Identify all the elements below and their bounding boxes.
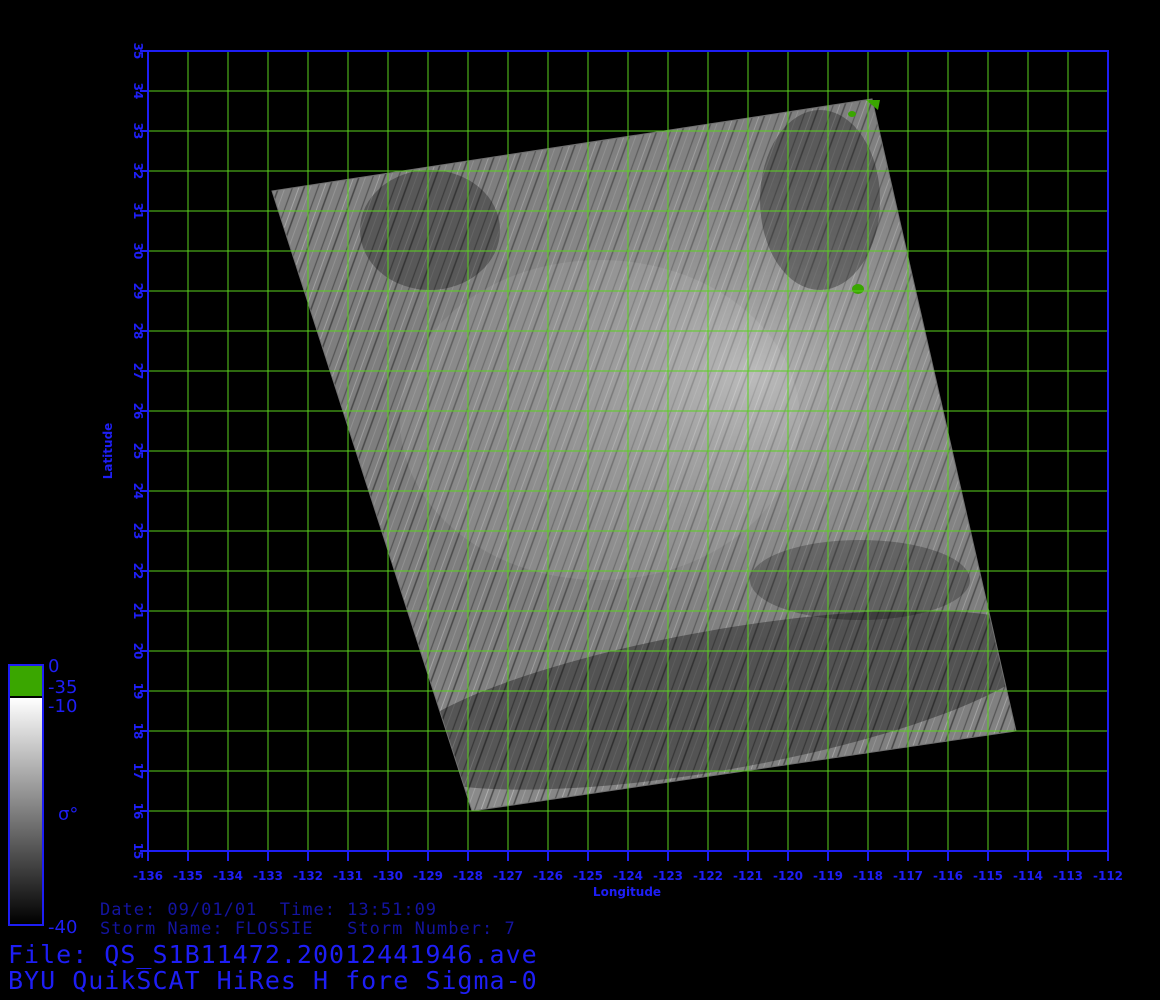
- island-marker: [848, 111, 856, 117]
- y-tick-label: 26: [131, 403, 145, 420]
- y-tick-label: 31: [131, 203, 145, 220]
- x-tick-label: -118: [853, 869, 883, 883]
- legend-label-min: -40: [48, 917, 77, 938]
- storm-info-line: Storm Name: FLOSSIE Storm Number: 7: [100, 919, 516, 939]
- x-tick-label: -135: [173, 869, 203, 883]
- y-axis-title: Latitude: [101, 423, 115, 480]
- x-tick-label: -120: [773, 869, 803, 883]
- y-tick-label: 35: [131, 43, 145, 60]
- x-tick-label: -112: [1093, 869, 1123, 883]
- x-tick-label: -129: [413, 869, 443, 883]
- x-tick-label: -113: [1053, 869, 1083, 883]
- date-time-line: Date: 09/01/01 Time: 13:51:09: [100, 900, 438, 920]
- x-tick-label: -119: [813, 869, 843, 883]
- x-tick-label: -127: [493, 869, 523, 883]
- y-tick-label: 23: [131, 523, 145, 540]
- y-tick-label: 27: [131, 363, 145, 380]
- y-tick-label: 17: [131, 763, 145, 780]
- x-tick-label: -133: [253, 869, 283, 883]
- legend-gray-segment: [10, 698, 42, 924]
- y-tick-label: 32: [131, 163, 145, 180]
- x-tick-label: -116: [933, 869, 963, 883]
- y-tick-label: 21: [131, 603, 145, 620]
- x-tick-label: -122: [693, 869, 723, 883]
- y-tick-label: 22: [131, 563, 145, 580]
- legend-label-max: 0: [48, 656, 59, 677]
- x-tick-label: -126: [533, 869, 563, 883]
- x-tick-label: -134: [213, 869, 243, 883]
- y-tick-label: 33: [131, 123, 145, 140]
- y-tick-label: 19: [131, 683, 145, 700]
- y-tick-label: 28: [131, 323, 145, 340]
- y-tick-label: 25: [131, 443, 145, 460]
- y-tick-label: 18: [131, 723, 145, 740]
- x-tick-label: -125: [573, 869, 603, 883]
- x-axis-title: Longitude: [593, 885, 661, 899]
- legend-label-land-threshold: -35: [48, 677, 77, 698]
- legend-label-upper: -10: [48, 696, 77, 717]
- legend-green-segment: [10, 666, 42, 696]
- x-tick-label: -117: [893, 869, 923, 883]
- sigma0-legend: 0 -35 -10 σ° -40: [8, 656, 78, 938]
- y-tick-label: 24: [131, 483, 145, 500]
- x-tick-label: -128: [453, 869, 483, 883]
- x-tick-label: -131: [333, 869, 363, 883]
- lat-lon-grid: [147, 50, 1109, 852]
- sigma0-map: -136 -135 -134 -133 -132 -131 -130 -129 -128 -127…: [8, 43, 1123, 938]
- island-marker: [852, 284, 864, 294]
- satellite-swath: [271, 98, 1017, 812]
- product-title-line: BYU QuikSCAT HiRes H fore Sigma-0: [8, 966, 538, 995]
- y-tick-label: 16: [131, 803, 145, 820]
- x-tick-label: -123: [653, 869, 683, 883]
- y-tick-label: 34: [131, 83, 145, 100]
- y-tick-label: 15: [131, 843, 145, 860]
- x-tick-label: -114: [1013, 869, 1043, 883]
- y-tick-label: 20: [131, 643, 145, 660]
- y-tick-label: 29: [131, 283, 145, 300]
- y-tick-label: 30: [131, 243, 145, 260]
- x-tick-label: -136: [133, 869, 163, 883]
- x-tick-label: -121: [733, 869, 763, 883]
- x-tick-label: -124: [613, 869, 643, 883]
- legend-symbol: σ°: [58, 804, 78, 825]
- x-tick-label: -130: [373, 869, 403, 883]
- x-tick-label: -132: [293, 869, 323, 883]
- file-name-line: File: QS_S1B11472.20012441946.ave: [8, 940, 538, 969]
- x-tick-label: -115: [973, 869, 1003, 883]
